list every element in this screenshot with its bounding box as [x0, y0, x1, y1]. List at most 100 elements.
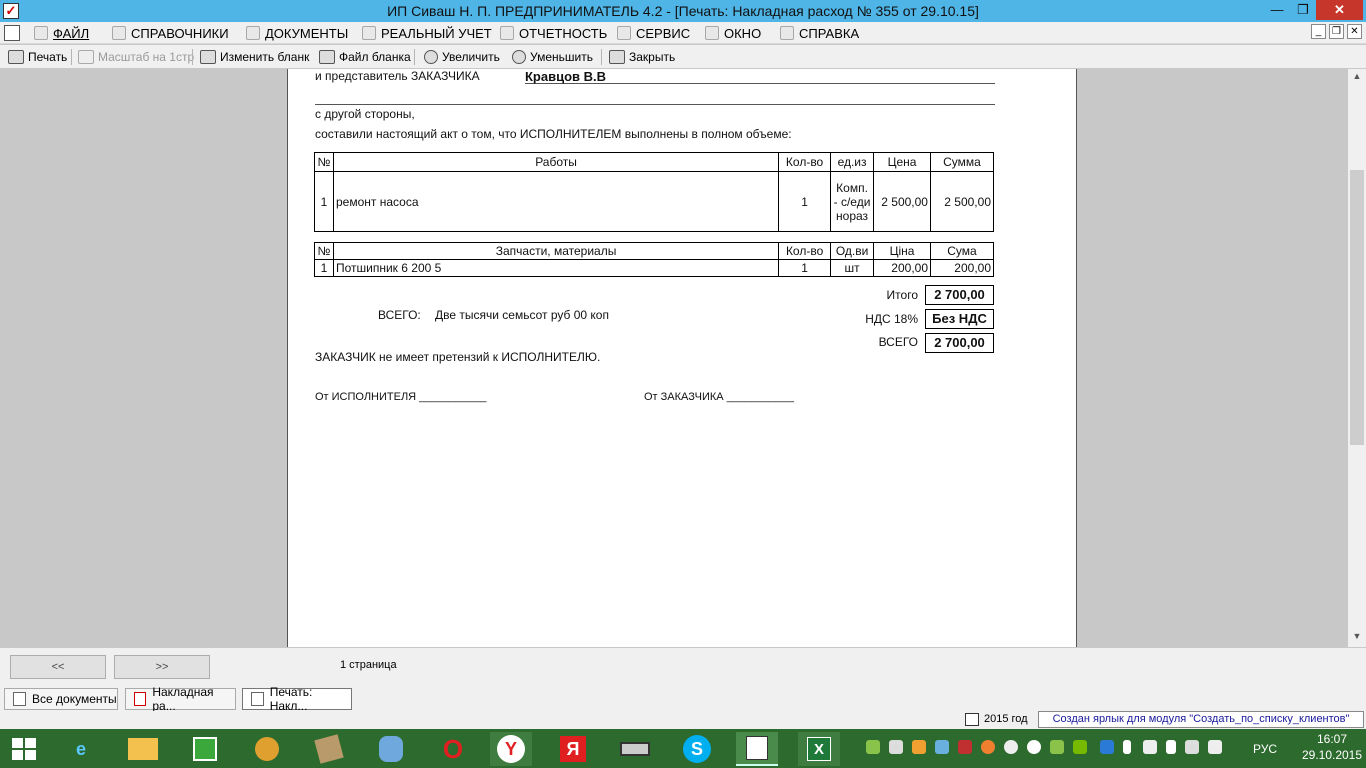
edit-form-icon: [200, 50, 216, 64]
menu-references[interactable]: СПРАВОЧНИКИ: [112, 25, 229, 41]
help-icon: [780, 26, 794, 40]
tray-cloud-icon[interactable]: [1004, 740, 1018, 754]
start-pane: [12, 738, 23, 748]
tray-wifi-icon[interactable]: [1050, 740, 1064, 754]
scrollbar-thumb[interactable]: [1350, 170, 1364, 445]
parts-col-number: №: [314, 242, 334, 260]
tray-circle-icon[interactable]: [1027, 740, 1041, 754]
print-label: Печать: [28, 50, 68, 64]
tray-screen-icon[interactable]: [1143, 740, 1157, 754]
tray-flag-icon[interactable]: [1123, 740, 1131, 754]
vertical-scrollbar[interactable]: ▲ ▼: [1348, 69, 1366, 647]
previous-page-button[interactable]: <<: [10, 655, 106, 679]
minimize-button[interactable]: —: [1264, 0, 1290, 20]
mdi-minimize-button[interactable]: _: [1311, 24, 1326, 39]
total-in-words: Две тысячи семьсот руб 00 коп: [435, 308, 609, 322]
close-window-button[interactable]: ✕: [1316, 0, 1363, 20]
tray-bluetooth-icon[interactable]: [1100, 740, 1114, 754]
window-title: ИП Сиваш Н. П. ПРЕДПРИНИМАТЕЛЬ 4.2 - [Пе…: [387, 3, 979, 19]
tray-network-icon[interactable]: [935, 740, 949, 754]
tray-check-icon[interactable]: [866, 740, 880, 754]
scale-one-page-button[interactable]: Масштаб на 1стр: [78, 48, 194, 66]
tray-signal-icon[interactable]: [1185, 740, 1199, 754]
menu-window[interactable]: ОКНО: [705, 25, 761, 41]
zoom-in-label: Увеличить: [442, 50, 500, 64]
tab-all-documents[interactable]: Все документы: [4, 688, 118, 710]
tray-volume-icon[interactable]: [912, 740, 926, 754]
internet-explorer-icon[interactable]: e: [60, 732, 102, 766]
menu-file[interactable]: ФАЙЛ: [34, 25, 89, 41]
color-wheel-icon[interactable]: [246, 732, 288, 766]
open-folder-icon: [319, 50, 335, 64]
menu-real-accounting[interactable]: РЕАЛЬНЫЙ УЧЕТ: [362, 25, 492, 41]
works-cell-number: 1: [314, 171, 334, 232]
scanner-app-icon[interactable]: [308, 732, 350, 766]
form-file-button[interactable]: Файл бланка: [319, 48, 411, 66]
scroll-up-icon[interactable]: ▲: [1348, 71, 1366, 85]
mdi-restore-button[interactable]: ❐: [1329, 24, 1344, 39]
document-window-icon[interactable]: [4, 25, 20, 41]
skype-icon[interactable]: S: [676, 732, 718, 766]
clock-date[interactable]: 29.10.2015: [1298, 748, 1366, 762]
menu-label: РЕАЛЬНЫЙ УЧЕТ: [381, 25, 492, 41]
opera-icon[interactable]: O: [432, 732, 474, 766]
tray-mail-icon[interactable]: [981, 740, 995, 754]
pager-bar: << >> 1 страница: [0, 647, 1366, 687]
zoom-in-button[interactable]: Увеличить: [424, 48, 500, 66]
windows-start-icon[interactable]: [12, 738, 36, 760]
service-icon: [617, 26, 631, 40]
predprinimatel-app-icon[interactable]: [736, 732, 778, 766]
menu-label: ОКНО: [724, 25, 762, 41]
close-preview-button[interactable]: Закрыть: [609, 48, 675, 66]
menu-reports[interactable]: ОТЧЕТНОСТЬ: [500, 25, 607, 41]
menu-label: СПРАВКА: [799, 25, 860, 41]
customer-rep-label: и представитель ЗАКАЗЧИКА: [315, 69, 480, 83]
menu-documents[interactable]: ДОКУМЕНТЫ: [246, 25, 348, 41]
file-explorer-icon[interactable]: [122, 732, 164, 766]
maximize-button[interactable]: ❐: [1290, 0, 1316, 20]
yandex-icon[interactable]: Я: [552, 732, 594, 766]
tray-usb-icon[interactable]: [889, 740, 903, 754]
subtotal-value: 2 700,00: [925, 285, 994, 305]
language-indicator[interactable]: РУС: [1253, 742, 1277, 756]
speaker-app-icon[interactable]: [370, 732, 412, 766]
calendar-icon: [965, 713, 979, 726]
tray-battery-icon[interactable]: [1166, 740, 1176, 754]
form-file-label: Файл бланка: [339, 50, 411, 64]
table-row: 1 Потшипник 6 200 5 1 шт 200,00 200,00: [314, 259, 994, 277]
tab-print-preview[interactable]: Печать: Накл...: [242, 685, 352, 713]
scanner-shape: [314, 734, 344, 764]
works-header-row: № Работы Кол-во ед.из Цена Сумма: [314, 152, 995, 172]
works-col-number: №: [314, 152, 334, 172]
grand-total-value: 2 700,00: [925, 333, 994, 353]
menu-help[interactable]: СПРАВКА: [780, 25, 859, 41]
scanner-icon[interactable]: [614, 732, 656, 766]
parts-cell-sum: 200,00: [930, 259, 994, 277]
start-pane: [25, 738, 36, 748]
parts-cell-name: Потшипник 6 200 5: [332, 259, 780, 277]
excel-icon[interactable]: X: [798, 732, 840, 766]
mdi-close-button[interactable]: ✕: [1347, 24, 1362, 39]
window-icon: [705, 26, 719, 40]
parts-header-row: № Запчасти, материалы Кол-во Од.ви Ціна …: [314, 242, 994, 260]
house-icon: [112, 26, 126, 40]
tray-speaker-icon[interactable]: [1208, 740, 1222, 754]
menu-label: ФАЙЛ: [53, 25, 90, 41]
clock-time[interactable]: 16:07: [1298, 732, 1366, 746]
edit-form-button[interactable]: Изменить бланк: [200, 48, 309, 66]
menu-service[interactable]: СЕРВИС: [617, 25, 690, 41]
print-button[interactable]: Печать: [8, 48, 67, 66]
store-icon[interactable]: [184, 732, 226, 766]
store-shape: [193, 737, 217, 761]
report-icon: [500, 26, 514, 40]
tab-invoice[interactable]: Накладная ра...: [125, 685, 236, 713]
zoom-out-button[interactable]: Уменьшить: [512, 48, 593, 66]
next-page-button[interactable]: >>: [114, 655, 210, 679]
executor-signature: От ИСПОЛНИТЕЛЯ ___________: [315, 391, 487, 403]
parts-cell-unit: шт: [830, 259, 875, 277]
tray-record-icon[interactable]: [958, 740, 972, 754]
scroll-down-icon[interactable]: ▼: [1348, 631, 1366, 645]
edit-form-label: Изменить бланк: [220, 50, 310, 64]
yandex-browser-icon[interactable]: Y: [490, 732, 532, 766]
tray-nvidia-icon[interactable]: [1073, 740, 1087, 754]
